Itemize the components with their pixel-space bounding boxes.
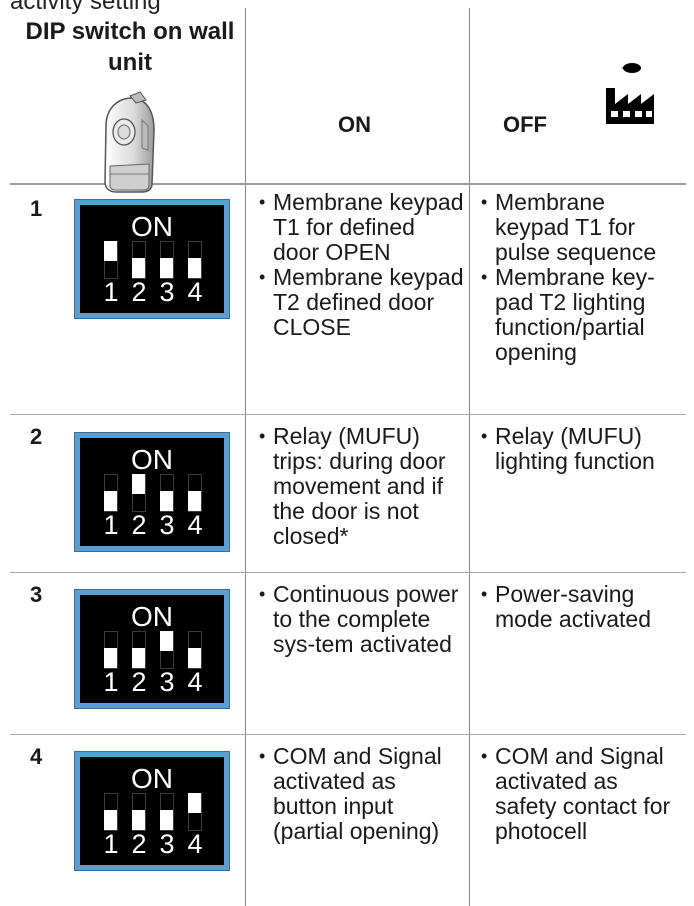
dip-lever-knob [160,810,173,830]
dip-lever-knob [160,631,173,651]
on-cell-3: Continuous power to the complete sys-tem… [259,582,465,657]
dip-position-number: 3 [159,829,175,859]
dip-on-label: ON [131,211,173,242]
factory-icon [600,62,664,126]
dip-position-number: 3 [159,510,175,540]
dip-lever-4 [188,631,202,669]
dip-lever-knob [104,648,117,668]
dip-position-number: 1 [103,829,119,859]
bullet-item: COM and Signal activated as safety conta… [481,744,681,844]
dip-lever-knob [132,648,145,668]
dip-switch-4: ON 1234 [75,752,229,870]
dip-lever-4 [188,793,202,831]
on-cell-1: Membrane keypad T1 for defined door OPEN… [259,190,465,340]
top-caption: activity setting [10,0,161,15]
dip-lever-1 [104,474,118,512]
dip-position-number: 3 [159,667,175,697]
column-header-dip-switch: DIP switch on wall unit [25,18,235,76]
off-cell-1: Membrane keypad T1 for pulse sequenceMem… [481,190,681,365]
dip-on-label: ON [131,444,173,475]
off-cell-4: COM and Signal activated as safety conta… [481,744,681,844]
dip-lever-knob [160,491,173,511]
row-rule-1 [10,414,686,415]
bullet-item: Relay (MUFU) trips: during door movement… [259,424,465,549]
off-cell-2: Relay (MUFU) lighting function [481,424,681,474]
dip-position-number: 2 [131,510,147,540]
dip-switch-3: ON 1234 [75,590,229,708]
dip-position-number: 1 [103,510,119,540]
dip-on-label: ON [131,763,173,794]
dip-lever-knob [132,474,145,494]
dip-lever-1 [104,241,118,279]
on-cell-2: Relay (MUFU) trips: during door movement… [259,424,465,549]
bullet-item: Membrane keypad T1 for pulse sequence [481,190,681,265]
bullet-item: Relay (MUFU) lighting function [481,424,681,474]
row-number-2: 2 [30,424,43,449]
on-cell-4: COM and Signal activated as button input… [259,744,465,844]
dip-lever-3 [160,241,174,279]
dip-lever-knob [188,491,201,511]
dip-position-number: 4 [187,277,203,307]
column-divider-1 [245,8,246,906]
dip-lever-knob [188,258,201,278]
row-rule-2 [10,572,686,573]
dip-lever-4 [188,474,202,512]
dip-lever-2 [132,631,146,669]
dip-lever-3 [160,793,174,831]
bullet-item: Membrane key-pad T2 lighting function/pa… [481,265,681,365]
dip-lever-knob [104,241,117,261]
column-header-off: OFF [503,112,547,137]
dip-on-label: ON [131,601,173,632]
column-divider-2 [469,8,470,906]
dip-lever-3 [160,631,174,669]
dip-position-number: 2 [131,277,147,307]
dip-position-number: 2 [131,829,147,859]
bullet-item: Power-saving mode activated [481,582,681,632]
dip-lever-knob [160,258,173,278]
dip-lever-2 [132,793,146,831]
dip-position-number: 4 [187,667,203,697]
dip-lever-2 [132,241,146,279]
dip-lever-2 [132,474,146,512]
dip-position-number: 4 [187,829,203,859]
dip-lever-knob [104,810,117,830]
dip-lever-4 [188,241,202,279]
bullet-item: Membrane keypad T2 defined door CLOSE [259,265,465,340]
dip-lever-knob [188,648,201,668]
off-cell-3: Power-saving mode activated [481,582,681,632]
dip-switch-2: ON 1234 [75,433,229,551]
column-header-on: ON [338,112,371,137]
dip-switch-1: ON 1234 [75,200,229,318]
dip-position-number: 4 [187,510,203,540]
row-number-3: 3 [30,582,43,607]
bullet-item: Continuous power to the complete sys-tem… [259,582,465,657]
bullet-item: Membrane keypad T1 for defined door OPEN [259,190,465,265]
dip-lever-knob [132,810,145,830]
dip-position-number: 1 [103,277,119,307]
dip-lever-1 [104,793,118,831]
wall-unit-device-icon [96,90,158,194]
dip-lever-knob [188,793,201,813]
row-number-1: 1 [30,196,43,221]
bullet-item: COM and Signal activated as button input… [259,744,465,844]
dip-lever-knob [104,491,117,511]
dip-position-number: 1 [103,667,119,697]
row-number-4: 4 [30,744,43,769]
dip-position-number: 2 [131,667,147,697]
dip-lever-1 [104,631,118,669]
dip-lever-knob [132,258,145,278]
dip-position-number: 3 [159,277,175,307]
row-rule-3 [10,734,686,735]
dip-lever-3 [160,474,174,512]
